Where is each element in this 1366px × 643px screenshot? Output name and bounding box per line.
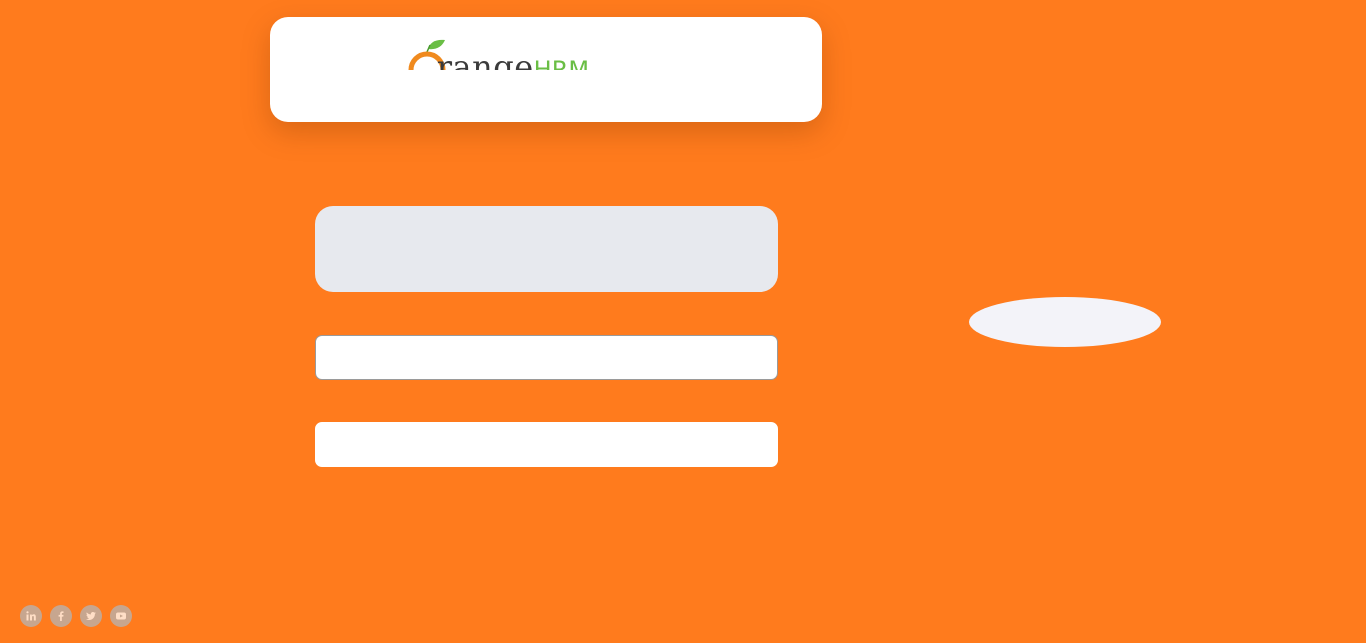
youtube-icon[interactable] — [110, 605, 132, 627]
orangehrm-logo: OrangeHRM — [405, 36, 605, 70]
linkedin-icon[interactable] — [20, 605, 42, 627]
facebook-icon[interactable] — [50, 605, 72, 627]
password-input[interactable] — [315, 422, 778, 467]
username-input[interactable] — [315, 335, 778, 380]
logo-wordmark: OrangeHRM — [410, 48, 589, 70]
logo-accent-text: HRM — [533, 56, 590, 70]
twitter-icon[interactable] — [80, 605, 102, 627]
social-links — [20, 605, 132, 627]
loading-placeholder — [315, 206, 778, 292]
logo-main-text: range — [436, 48, 534, 70]
loading-pill — [969, 297, 1161, 347]
